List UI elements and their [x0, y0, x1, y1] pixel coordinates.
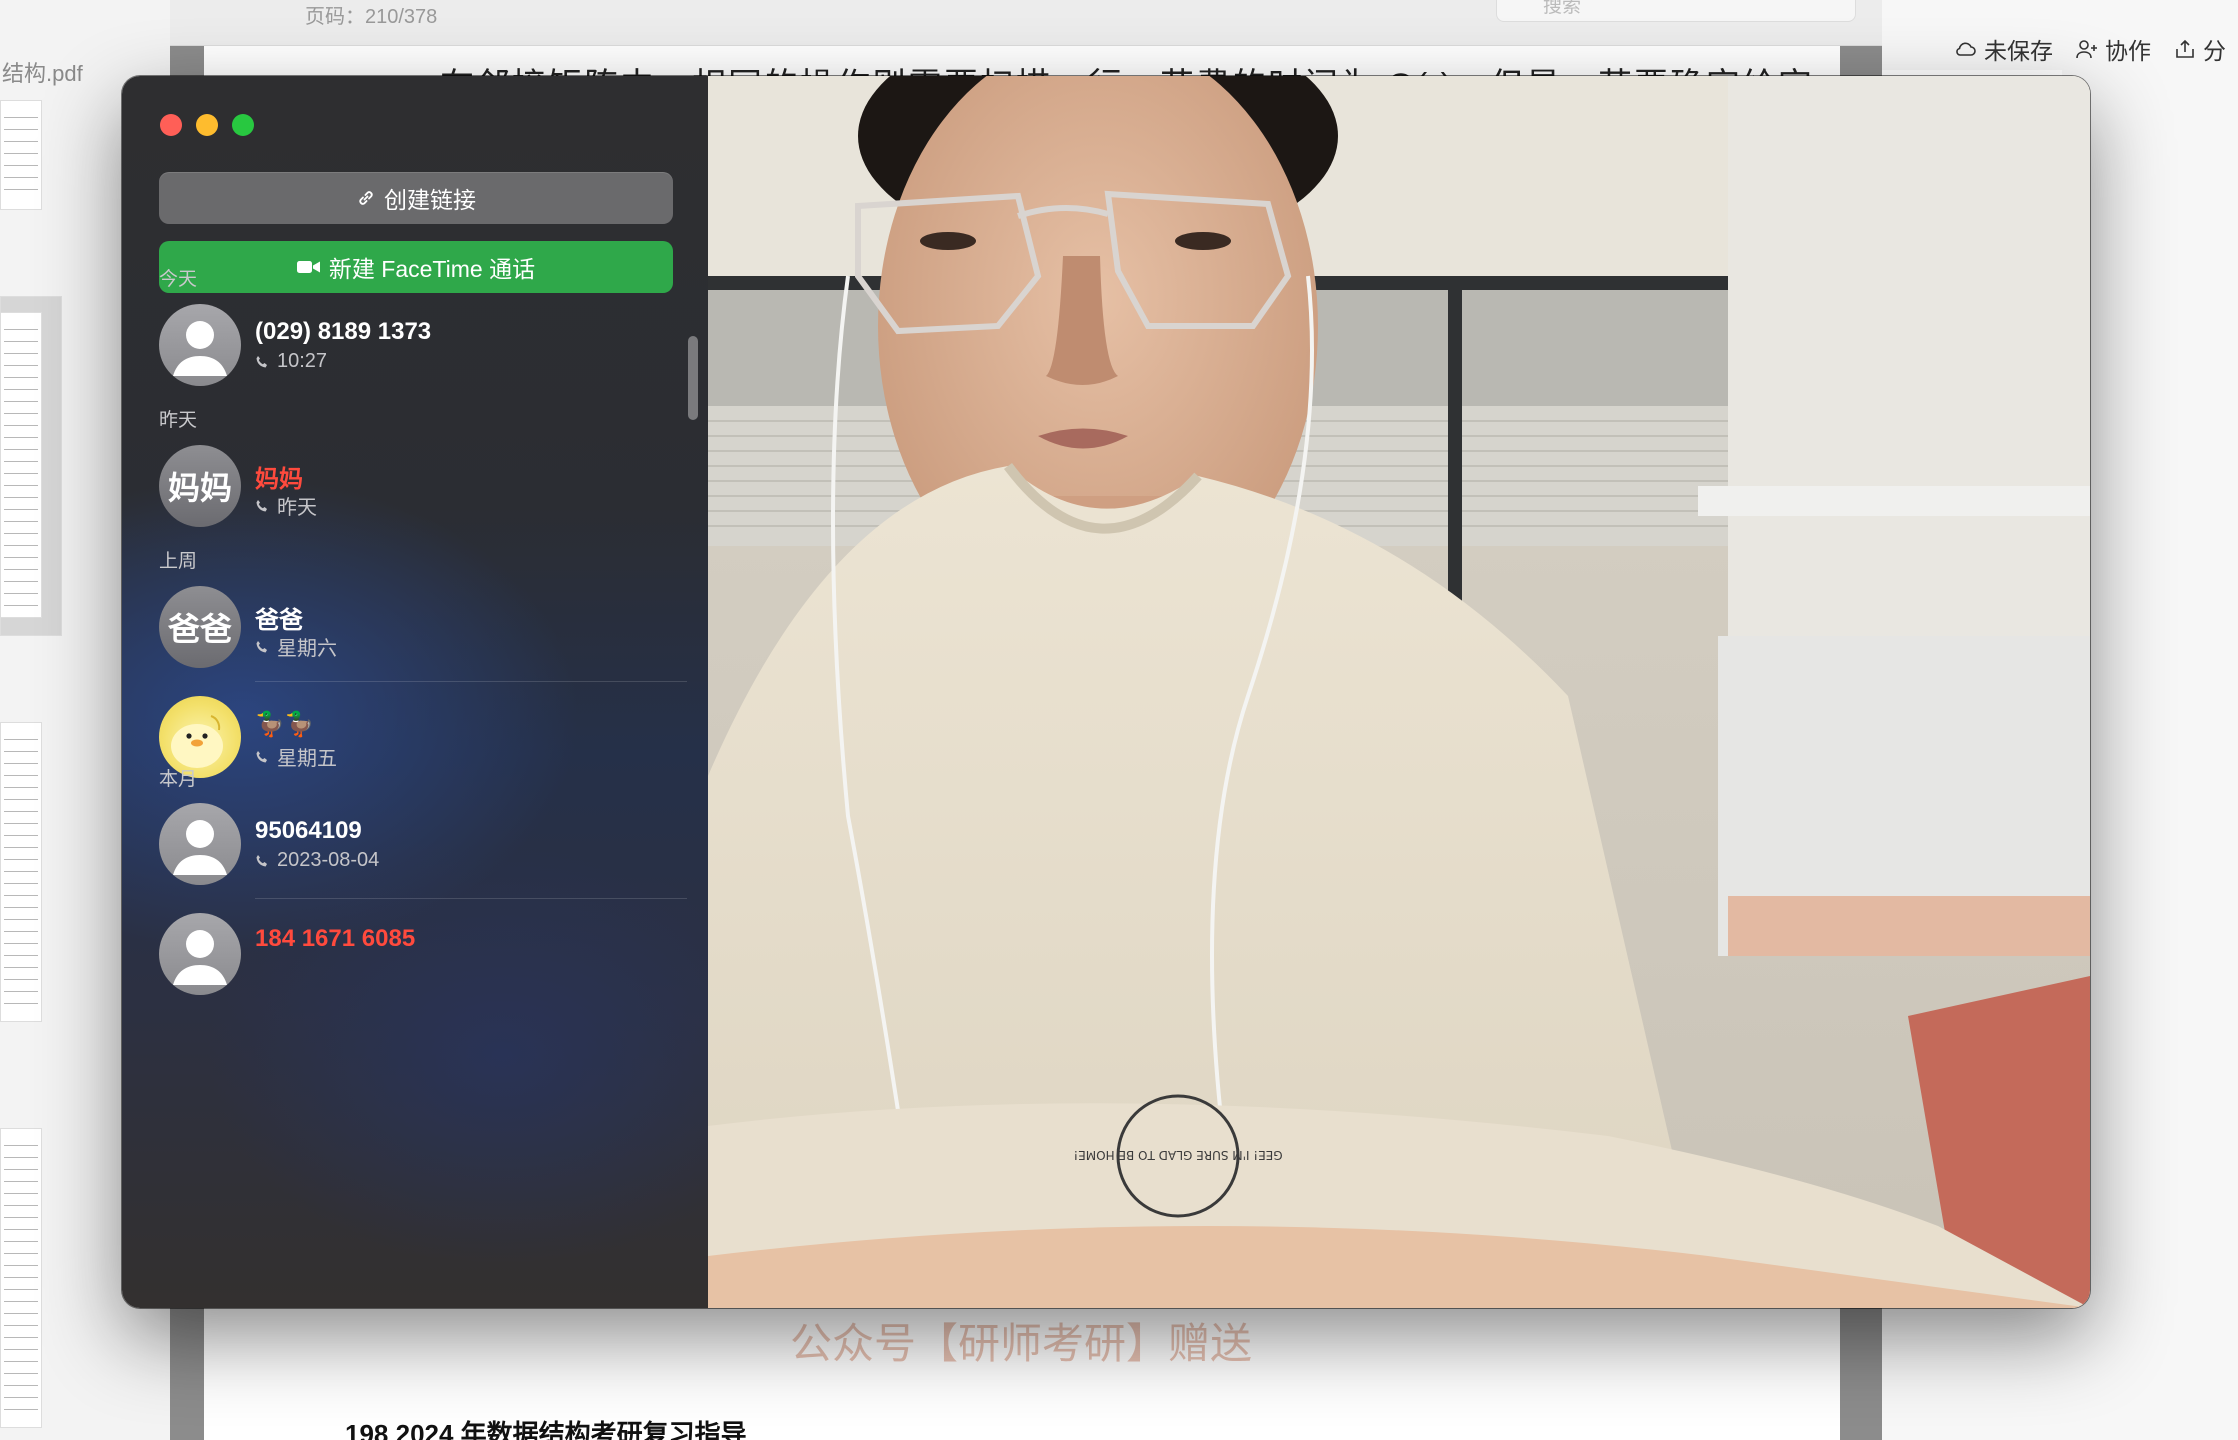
caller-name: 🦆🦆: [255, 711, 315, 738]
caller-name: 184 1671 6085: [255, 925, 416, 952]
phone-icon: [256, 854, 267, 866]
phone-icon: [256, 499, 267, 511]
document-watermark: 公众号【研师考研】赠送: [790, 1319, 1253, 1368]
zoom-button[interactable]: [232, 114, 254, 136]
section-header-last-week: 上周: [159, 551, 198, 572]
recents-sidebar: 创建链接 新建 FaceTime 通话 今天 (029) 8189 1373 1…: [122, 76, 708, 1308]
recent-call-row[interactable]: (029) 8189 1373 10:27: [159, 304, 673, 390]
row-divider: [255, 898, 687, 899]
page-indicator: 页码：210/378: [305, 6, 438, 28]
call-detail: 星期六: [255, 632, 337, 661]
pdf-filename: 结构.pdf: [2, 61, 83, 86]
share-button[interactable]: 分: [2173, 32, 2226, 66]
facetime-window: 创建链接 新建 FaceTime 通话 今天 (029) 8189 1373 1…: [122, 76, 2090, 1308]
sidebar-scrollbar[interactable]: [688, 336, 698, 420]
new-facetime-button[interactable]: 新建 FaceTime 通话: [159, 241, 673, 293]
close-button[interactable]: [160, 114, 182, 136]
video-camera-icon: [296, 261, 320, 273]
avatar: [159, 304, 241, 386]
call-detail: 10:27: [255, 350, 327, 373]
recent-call-row[interactable]: 🦆🦆 星期五: [159, 696, 673, 782]
section-header-today: 今天: [159, 269, 198, 290]
call-detail: 星期五: [255, 742, 337, 771]
document-page-footer: 198 2024 年数据结构考研复习指导: [345, 1419, 747, 1440]
avatar: [159, 803, 241, 885]
minimize-button[interactable]: [196, 114, 218, 136]
person-placeholder-icon: [173, 930, 227, 985]
recent-call-row[interactable]: 184 1671 6085: [159, 913, 673, 999]
call-detail: 2023-08-04: [255, 849, 379, 872]
avatar: [159, 913, 241, 995]
recent-call-row[interactable]: 95064109 2023-08-04: [159, 803, 687, 899]
shirt-graphic-text: GEE! I'M SURE GLAD TO BE HOME!: [1073, 1148, 1282, 1162]
call-detail: 昨天: [255, 491, 317, 520]
camera-feed-image: GEE! I'M SURE GLAD TO BE HOME!: [708, 76, 2090, 1308]
recent-call-row[interactable]: 妈妈 妈妈 昨天: [159, 445, 673, 531]
link-icon: [359, 191, 373, 205]
share-icon: [2176, 39, 2194, 58]
camera-preview: GEE! I'M SURE GLAD TO BE HOME!: [708, 76, 2090, 1308]
avatar: 爸爸: [159, 586, 241, 668]
phone-icon: [256, 750, 267, 762]
phone-icon: [256, 640, 267, 652]
document-actions: 未保存 协作 分: [1954, 32, 2226, 66]
caller-name: 妈妈: [255, 466, 303, 493]
row-divider: [255, 681, 687, 682]
caller-name: (029) 8189 1373: [255, 318, 432, 345]
search-input[interactable]: 搜索: [1496, 0, 1856, 22]
person-placeholder-icon: [173, 820, 227, 875]
page-thumbnail[interactable]: [0, 1128, 42, 1428]
page-thumbnail[interactable]: [0, 100, 42, 210]
caller-name: 95064109: [255, 817, 362, 844]
section-header-this-month: 本月: [159, 769, 198, 790]
collaborate-button[interactable]: 协作: [2075, 32, 2151, 66]
avatar: 妈妈: [159, 445, 241, 527]
search-placeholder: 搜索: [1543, 0, 1582, 17]
caller-name: 爸爸: [255, 607, 303, 634]
page-thumbnail[interactable]: [0, 722, 42, 1022]
cloud-sync-icon: [1956, 42, 1976, 56]
add-person-icon: [2076, 40, 2097, 59]
unsaved-status[interactable]: 未保存: [1954, 32, 2053, 66]
recent-call-row[interactable]: 爸爸 爸爸 星期六: [159, 586, 687, 682]
person-placeholder-icon: [173, 321, 227, 376]
section-header-yesterday: 昨天: [159, 410, 198, 431]
phone-icon: [256, 355, 267, 367]
create-link-button[interactable]: 创建链接: [159, 172, 673, 224]
page-thumbnail[interactable]: [0, 312, 42, 618]
